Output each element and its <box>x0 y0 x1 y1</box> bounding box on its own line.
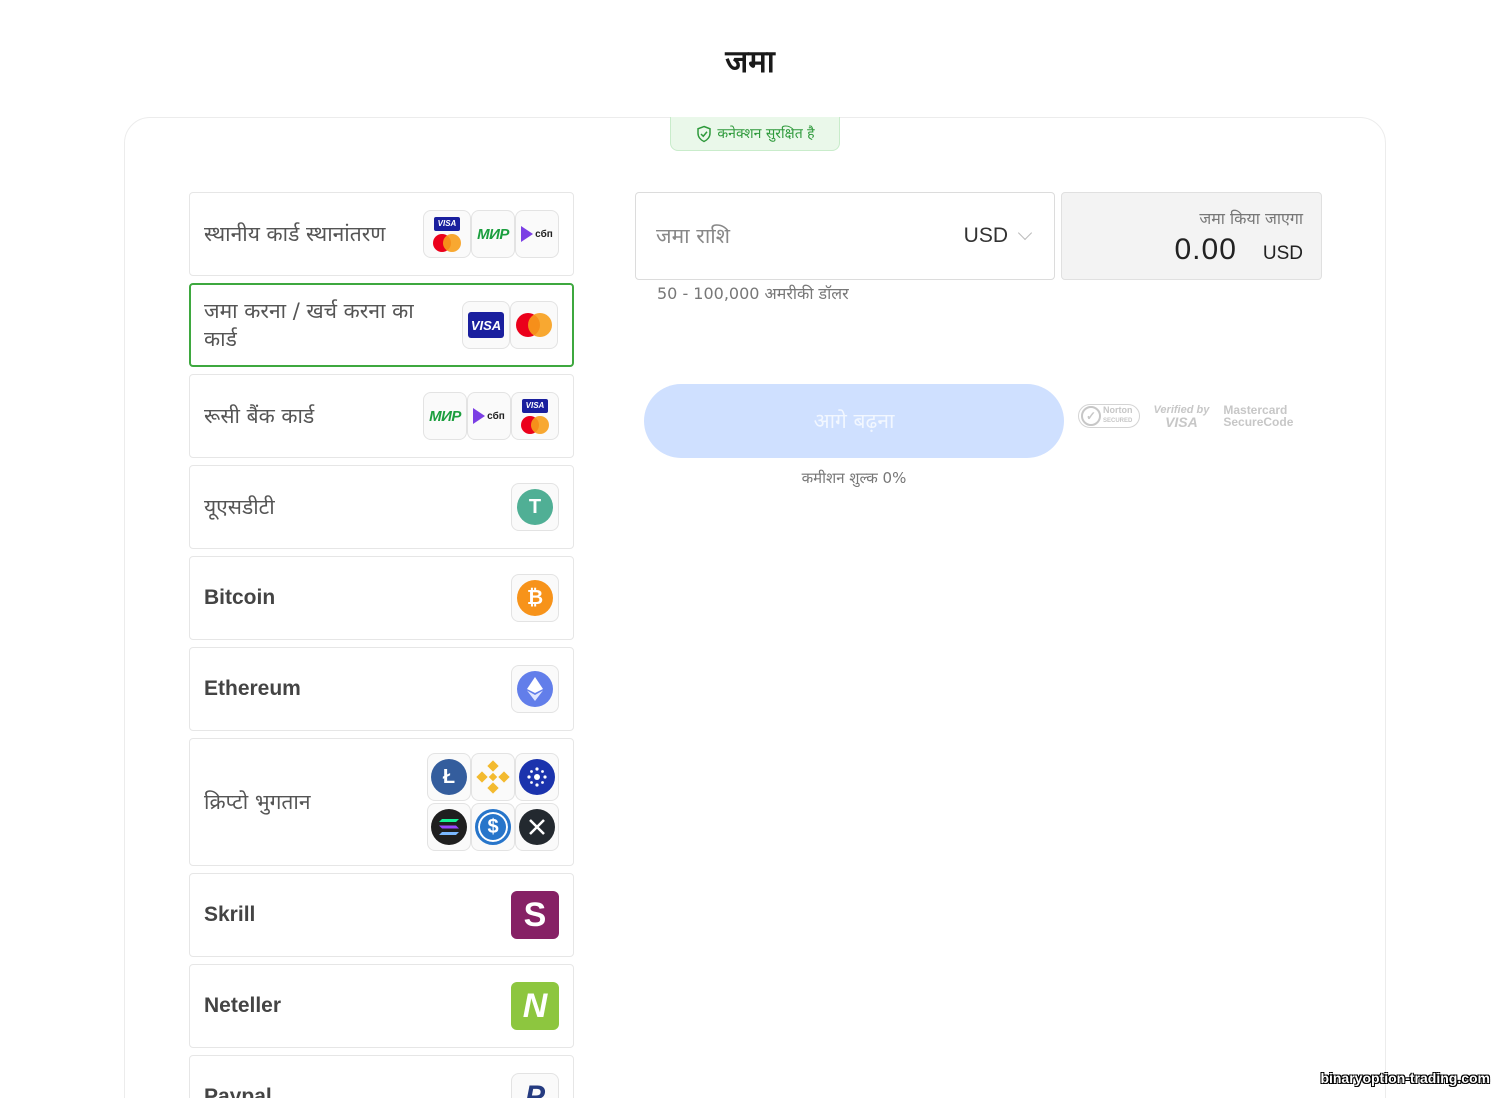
method-crypto-payment[interactable]: क्रिप्टो भुगतान Ł $ <box>189 738 574 866</box>
shield-check-icon <box>697 125 712 142</box>
watermark-text: binaryoption-trading.com <box>1320 1070 1490 1086</box>
usdc-icon: $ <box>475 809 511 845</box>
method-label: Neteller <box>204 994 282 1017</box>
visa-logo: VISA <box>462 301 510 349</box>
paypal-icon: P <box>524 1080 545 1098</box>
visa-icon: VISA <box>522 398 548 413</box>
mastercard-icon <box>521 415 549 434</box>
trust-badges: ✓ Norton SECURED Verified by VISA Masterc… <box>1078 403 1294 430</box>
mastercard-icon <box>433 233 461 252</box>
mir-logo: МИР <box>471 210 515 258</box>
method-label: Skrill <box>204 903 256 926</box>
total-label: जमा किया जाएगा <box>1199 209 1303 228</box>
cardano-logo <box>515 753 559 801</box>
method-debit-credit-card[interactable]: जमा करना / खर्च करना का कार्ड VISA <box>189 283 574 367</box>
mastercard-securecode-badge: Mastercard SecureCode <box>1223 403 1294 429</box>
method-label: जमा करना / खर्च करना का कार्ड <box>204 299 414 351</box>
tether-logo: T <box>511 483 559 531</box>
xrp-icon <box>519 809 555 845</box>
method-label: रूसी बैंक कार्ड <box>204 404 315 428</box>
verified-by-visa-badge: Verified by VISA <box>1153 404 1210 430</box>
litecoin-icon: Ł <box>431 759 467 795</box>
norton-secured-badge: ✓ Norton SECURED <box>1078 404 1140 428</box>
sbp-icon: сбп <box>521 226 553 242</box>
method-usdt[interactable]: यूएसडीटी T <box>189 465 574 549</box>
paypal-logo: P <box>511 1073 559 1098</box>
visa-mastercard-logo: VISA <box>423 210 471 258</box>
method-label: यूएसडीटी <box>204 495 275 519</box>
method-local-card-transfer[interactable]: स्थानीय कार्ड स्थानांतरण VISA МИР сбп <box>189 192 574 276</box>
method-label: स्थानीय कार्ड स्थानांतरण <box>204 222 386 246</box>
amount-input[interactable] <box>656 224 916 248</box>
skrill-icon: S <box>511 891 559 939</box>
ethereum-icon <box>517 671 553 707</box>
solana-icon <box>431 809 467 845</box>
binance-icon <box>476 760 510 794</box>
sbp-logo: сбп <box>515 210 559 258</box>
mastercard-logo <box>510 301 558 349</box>
sbp-icon: сбп <box>473 408 505 424</box>
amount-range-hint: 50 - 100,000 अमरीकी डॉलर <box>657 284 849 303</box>
mir-logo: МИР <box>423 392 467 440</box>
commission-text: कमीशन शुल्क 0% <box>801 469 907 487</box>
method-label: Paypal <box>204 1085 272 1098</box>
method-ethereum[interactable]: Ethereum <box>189 647 574 731</box>
continue-button[interactable]: आगे बढ़ना <box>644 384 1064 458</box>
mir-icon: МИР <box>477 225 509 243</box>
method-label: क्रिप्टो भुगतान <box>204 790 311 814</box>
method-bitcoin[interactable]: Bitcoin ₿ <box>189 556 574 640</box>
deposit-total-box: जमा किया जाएगा 0.00 USD <box>1061 192 1322 280</box>
payment-methods-list: स्थानीय कार्ड स्थानांतरण VISA МИР сбп जम… <box>189 192 574 1098</box>
method-paypal[interactable]: Paypal P <box>189 1055 574 1098</box>
currency-select[interactable]: USD <box>963 224 1033 248</box>
visa-icon: VISA <box>434 216 460 231</box>
method-label: Ethereum <box>204 677 301 700</box>
neteller-icon: N <box>511 982 559 1030</box>
amount-field-container: USD <box>635 192 1055 280</box>
secure-badge-text: कनेक्शन सुरक्षित है <box>717 126 815 142</box>
secure-connection-badge: कनेक्शन सुरक्षित है <box>670 117 840 151</box>
total-currency: USD <box>1262 243 1303 264</box>
method-skrill[interactable]: Skrill S <box>189 873 574 957</box>
visa-mastercard-logo: VISA <box>511 392 559 440</box>
method-label: Bitcoin <box>204 586 276 609</box>
chevron-down-icon <box>1017 225 1033 241</box>
total-value: 0.00 <box>1174 233 1237 266</box>
usdc-logo: $ <box>471 803 515 851</box>
page-title: जमा <box>725 44 775 80</box>
method-russian-bank-card[interactable]: रूसी बैंक कार्ड МИР сбп VISA <box>189 374 574 458</box>
tether-icon: T <box>517 489 553 525</box>
ethereum-logo <box>511 665 559 713</box>
sbp-logo: сбп <box>467 392 511 440</box>
xrp-logo <box>515 803 559 851</box>
visa-icon: VISA <box>468 312 504 338</box>
litecoin-logo: Ł <box>427 753 471 801</box>
currency-value: USD <box>963 224 1008 247</box>
mir-icon: МИР <box>429 407 461 425</box>
binance-logo <box>471 753 515 801</box>
method-neteller[interactable]: Neteller N <box>189 964 574 1048</box>
bitcoin-logo: ₿ <box>511 574 559 622</box>
mastercard-icon <box>516 313 552 337</box>
checkmark-icon: ✓ <box>1081 406 1101 426</box>
bitcoin-icon: ₿ <box>517 580 553 616</box>
cardano-icon <box>519 759 555 795</box>
solana-logo <box>427 803 471 851</box>
